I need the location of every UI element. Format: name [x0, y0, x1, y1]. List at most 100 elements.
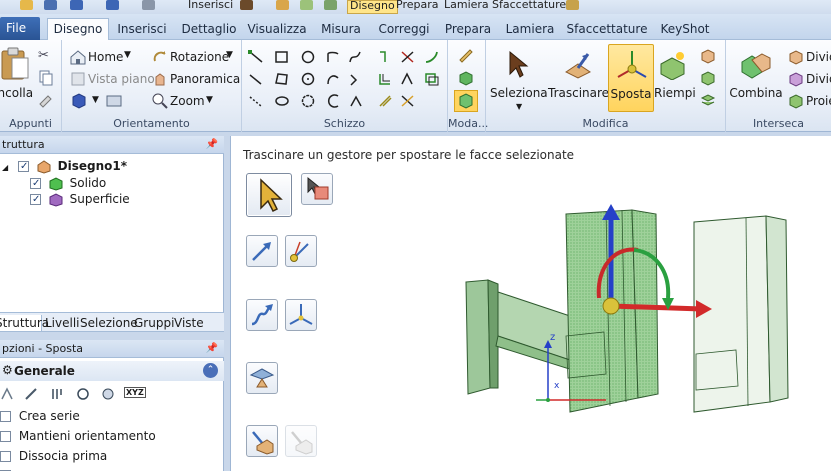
ptab-viste[interactable]: Viste	[174, 315, 204, 332]
surface-visibility-checkbox[interactable]	[30, 192, 41, 208]
mode-sfaccettature[interactable]: Sfaccettature	[492, 0, 566, 14]
tab-misura[interactable]: Misura	[318, 19, 364, 40]
3d-mode-icon[interactable]	[454, 90, 478, 112]
pull-icon[interactable]	[276, 0, 289, 10]
circle-tangent-icon[interactable]	[300, 94, 316, 108]
mirror-icon[interactable]	[400, 72, 416, 86]
fill-icon[interactable]	[324, 0, 337, 10]
tree-item-surface[interactable]: Superficie	[30, 191, 130, 208]
view-list-icon[interactable]	[106, 93, 122, 109]
select-cursor-icon[interactable]	[240, 0, 253, 10]
rotate-dropdown[interactable]: ▼	[226, 50, 233, 60]
pivot-icon[interactable]	[50, 387, 64, 401]
ptab-gruppi[interactable]: Gruppi	[134, 315, 174, 332]
ptab-selezione[interactable]: Selezione	[80, 315, 138, 332]
solid-visibility-checkbox[interactable]	[30, 176, 41, 192]
options-pin-icon[interactable]: 📌	[206, 340, 218, 358]
options-section-header[interactable]: ⚙ Generale ⌃	[0, 361, 224, 381]
mode-prepara[interactable]: Prepara	[396, 0, 438, 14]
left-post-body[interactable]	[465, 279, 499, 395]
arc-icon[interactable]	[326, 50, 342, 64]
save-icon[interactable]	[44, 0, 57, 10]
paste-button[interactable]: Incolla	[0, 44, 33, 112]
tree-item-solid[interactable]: Solido	[30, 175, 106, 192]
tree-root[interactable]: ◢ Disegno1*	[2, 158, 127, 175]
divide-solid-button[interactable]: Divid	[806, 50, 831, 64]
tab-disegno[interactable]: Disegno	[47, 18, 109, 41]
orient-icon[interactable]	[76, 387, 90, 401]
move-button[interactable]: Sposta	[608, 44, 654, 112]
plan-view-button[interactable]: Vista piano	[88, 72, 155, 86]
tab-correggi[interactable]: Correggi	[376, 19, 432, 40]
scale-icon[interactable]	[400, 94, 416, 108]
combine-small-icon[interactable]	[700, 70, 716, 86]
tab-prepara[interactable]: Prepara	[442, 19, 494, 40]
move-path-tool[interactable]	[246, 299, 278, 331]
rectangle-icon[interactable]	[274, 50, 290, 64]
option-keep-orientation[interactable]: Mantieni orientamento	[0, 428, 156, 444]
mode-disegno[interactable]: Disegno	[347, 0, 398, 14]
move-along-tool[interactable]	[246, 235, 278, 267]
line-icon[interactable]	[248, 50, 264, 64]
copy-icon[interactable]	[38, 70, 54, 86]
pivot-tool[interactable]	[246, 425, 278, 457]
tangent-arc-icon[interactable]	[326, 72, 342, 86]
open-icon[interactable]	[20, 0, 33, 10]
fill-button[interactable]: Riempi	[654, 44, 696, 112]
divide-surface-button[interactable]: Divid	[806, 72, 831, 86]
combine-button[interactable]: Combina	[728, 44, 784, 112]
option-detach-first[interactable]: Dissocia prima	[0, 448, 107, 464]
tab-dettaglio[interactable]: Dettaglio	[180, 19, 238, 40]
ruler-dimension-tool[interactable]	[285, 299, 317, 331]
model-scene[interactable]: z x	[456, 176, 831, 471]
redo-icon[interactable]	[106, 0, 119, 10]
construction-line-icon[interactable]	[248, 94, 264, 108]
tab-inserisci[interactable]: Inserisci	[114, 19, 170, 40]
project-button[interactable]: Proie	[806, 94, 831, 108]
home-button[interactable]: Home	[88, 50, 123, 64]
tab-visualizza[interactable]: Visualizza	[246, 19, 308, 40]
qat-insert[interactable]: Inserisci	[188, 0, 233, 14]
customize-icon[interactable]	[566, 0, 579, 10]
home-dropdown[interactable]: ▼	[124, 50, 131, 60]
right-post-body[interactable]	[693, 215, 789, 413]
collapse-section-icon[interactable]: ⌃	[203, 363, 218, 378]
print-icon[interactable]	[142, 0, 155, 10]
circle-icon[interactable]	[300, 50, 316, 64]
sweep-arc-icon[interactable]	[326, 94, 342, 108]
move-icon[interactable]	[300, 0, 313, 10]
tab-lamiera[interactable]: Lamiera	[504, 19, 556, 40]
anchor-tool[interactable]	[285, 235, 317, 267]
root-visibility-checkbox[interactable]	[17, 159, 29, 175]
shell-icon[interactable]	[700, 48, 716, 64]
select-dropdown[interactable]: ▼	[516, 102, 522, 111]
design-viewport[interactable]: Trascinare un gestore per spostare le fa…	[230, 136, 831, 471]
undo-icon[interactable]	[70, 0, 83, 10]
tangent-line-icon[interactable]	[248, 72, 264, 86]
tab-keyshot[interactable]: KeyShot	[656, 19, 714, 40]
view-cube-dropdown[interactable]: ▼	[92, 95, 99, 105]
trim-icon[interactable]	[378, 50, 394, 64]
mode-lamiera[interactable]: Lamiera	[444, 0, 489, 14]
ptab-struttura[interactable]: Struttura	[0, 315, 49, 332]
ruler-icon[interactable]	[24, 387, 38, 401]
ptab-livelli[interactable]: Livelli	[45, 315, 80, 332]
select-body-tool[interactable]	[301, 173, 333, 205]
cut-icon[interactable]: ✂	[38, 48, 54, 64]
spline-icon[interactable]	[348, 50, 364, 64]
corner-icon[interactable]	[348, 94, 364, 108]
collapse-icon[interactable]: ◢	[2, 163, 8, 172]
format-painter-icon[interactable]	[38, 92, 54, 108]
offset-icon[interactable]	[378, 72, 394, 86]
option-create-pattern[interactable]: Crea serie	[0, 408, 80, 424]
xyz-button[interactable]: XYZ	[124, 387, 146, 398]
rotate-button[interactable]: Rotazione	[170, 50, 229, 64]
create-pattern-checkbox[interactable]	[0, 411, 11, 422]
pan-button[interactable]: Panoramica	[170, 72, 240, 86]
anchor-icon[interactable]	[0, 387, 14, 401]
intersect-x-icon[interactable]	[400, 50, 416, 64]
project-icon[interactable]	[424, 50, 440, 64]
layers-icon[interactable]	[700, 92, 716, 108]
select-button[interactable]: Seleziona ▼	[490, 44, 548, 112]
select-tool-guide[interactable]	[246, 173, 292, 217]
